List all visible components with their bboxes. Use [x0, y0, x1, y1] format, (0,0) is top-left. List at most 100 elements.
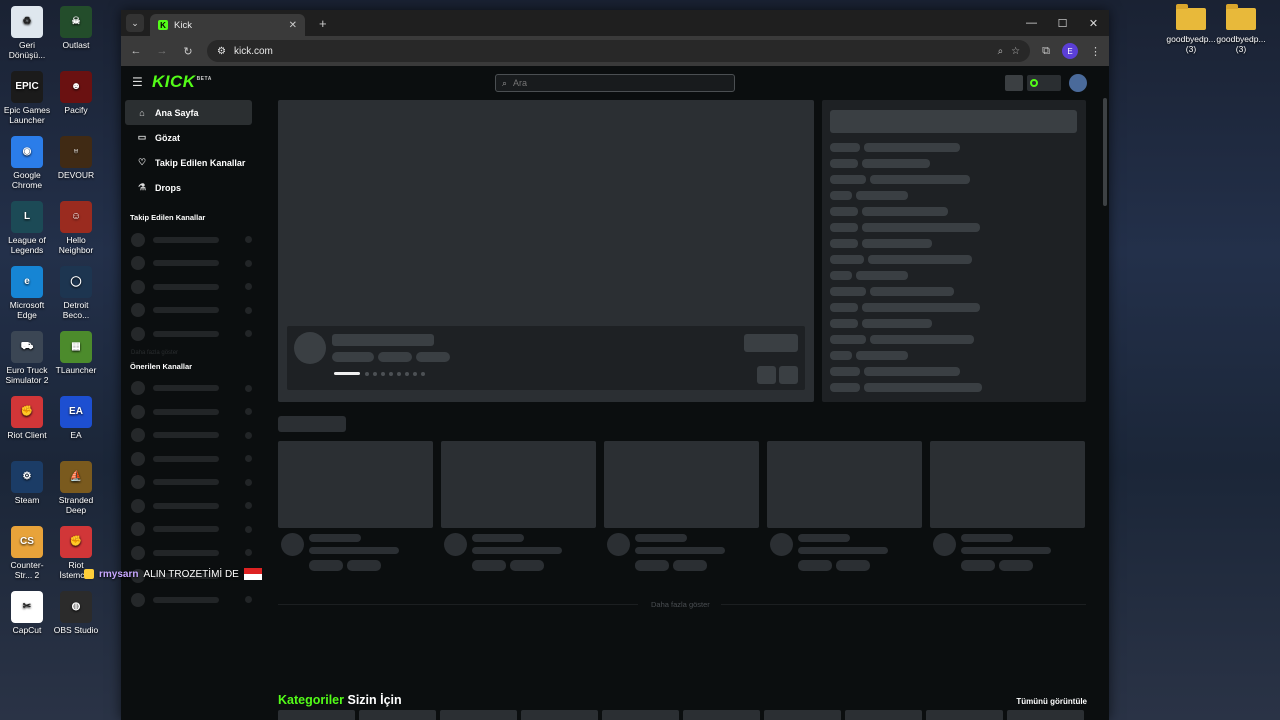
site-info-icon[interactable]: ⚙ [217, 46, 226, 57]
sidebar-item-0[interactable]: ⌂ Ana Sayfa [125, 100, 252, 125]
viewer-count-skeleton [245, 384, 252, 392]
channel-skeleton-row[interactable] [121, 494, 256, 518]
profile-avatar[interactable]: E [1062, 43, 1078, 59]
nav-placeholder-button[interactable] [1005, 75, 1023, 91]
category-card-skeleton[interactable] [1007, 710, 1084, 720]
nav-status-pill[interactable] [1027, 75, 1061, 91]
carousel-dot[interactable] [373, 372, 377, 376]
page-scrollbar[interactable] [1103, 98, 1107, 206]
desktop-folder[interactable]: goodbyedp... (3) [1166, 4, 1216, 54]
carousel-dot[interactable] [421, 372, 425, 376]
category-card-skeleton[interactable] [926, 710, 1003, 720]
kick-logo[interactable]: KICKBETA [152, 72, 212, 92]
category-card-skeleton[interactable] [602, 710, 679, 720]
desktop-icon-ea[interactable]: EA EA [51, 396, 101, 440]
channel-skeleton-row[interactable] [121, 252, 256, 276]
hamburger-menu-icon[interactable]: ☰ [132, 75, 143, 89]
search-input[interactable] [513, 78, 734, 88]
stream-card-avatar [933, 533, 956, 556]
new-tab-button[interactable]: + [319, 16, 327, 31]
tab-search-button[interactable]: ⌄ [126, 14, 144, 32]
section-heading-skeleton [278, 416, 346, 432]
stream-card-thumbnail [278, 441, 433, 528]
bookmark-star-icon[interactable]: ☆ [1011, 46, 1020, 57]
desktop-icon-detroit[interactable]: ◯ Detroit Beco... [51, 266, 101, 320]
channel-skeleton-row[interactable] [121, 228, 256, 252]
carousel-dot[interactable] [381, 372, 385, 376]
folder-icon [1176, 4, 1206, 30]
desktop-icon-outlast[interactable]: ☠ Outlast [51, 6, 101, 50]
show-more-link[interactable]: Daha fazla göster [651, 600, 710, 609]
desktop-icon-tlauncher[interactable]: ▦ TLauncher [51, 331, 101, 375]
carousel-dot[interactable] [405, 372, 409, 376]
sidebar-item-3[interactable]: ⚗ Drops [125, 175, 252, 200]
close-icon[interactable]: ✕ [289, 20, 297, 31]
search-box[interactable]: ⌕ [495, 74, 735, 92]
category-card-skeleton[interactable] [359, 710, 436, 720]
category-card-skeleton[interactable] [764, 710, 841, 720]
channel-name-skeleton [153, 502, 219, 509]
category-card-skeleton[interactable] [521, 710, 598, 720]
carousel-dot[interactable] [365, 372, 369, 376]
desktop-icon-euro-truck[interactable]: ⛟ Euro Truck Simulator 2 [2, 331, 52, 385]
channel-skeleton-row[interactable] [121, 275, 256, 299]
sidebar-item-2[interactable]: ♡ Takip Edilen Kanallar [125, 150, 252, 175]
channel-skeleton-row[interactable] [121, 471, 256, 495]
desktop-icon-obs-studio[interactable]: ◍ OBS Studio [51, 591, 101, 635]
panel-row-skeleton [862, 319, 932, 328]
extensions-icon[interactable]: ⧉ [1042, 45, 1050, 58]
desktop-icon-riot-client[interactable]: ✊ Riot Client [2, 396, 52, 440]
channel-skeleton-row[interactable] [121, 299, 256, 323]
desktop-folder[interactable]: goodbyedp... (3) [1216, 4, 1266, 54]
desktop-icon-label: Steam [14, 495, 40, 505]
carousel-dot[interactable] [413, 372, 417, 376]
forward-icon[interactable]: → [155, 45, 169, 57]
channel-skeleton-row[interactable] [121, 424, 256, 448]
channel-skeleton-row[interactable] [121, 588, 256, 612]
desktop-icon-steam[interactable]: ⚙ Steam [2, 461, 52, 505]
desktop-icon-google-chrome[interactable]: ◉ Google Chrome [2, 136, 52, 190]
address-bar[interactable]: ⚙ kick.com ⌕ ☆ [207, 40, 1031, 62]
view-all-link[interactable]: Tümünü görüntüle [1016, 697, 1087, 706]
channel-skeleton-row[interactable] [121, 518, 256, 542]
desktop-icon-devour[interactable]: ♅ DEVOUR [51, 136, 101, 180]
desktop-icon-microsoft-edge[interactable]: e Microsoft Edge [2, 266, 52, 320]
sidebar-item-1[interactable]: ▭ Gözat [125, 125, 252, 150]
category-card-skeleton[interactable] [440, 710, 517, 720]
category-card-skeleton[interactable] [845, 710, 922, 720]
desktop-icon-league-of-legends[interactable]: L League of Legends [2, 201, 52, 255]
panel-row-skeleton [830, 383, 860, 392]
desktop-icon-capcut[interactable]: ✂ CapCut [2, 591, 52, 635]
panel-row-skeleton [862, 159, 930, 168]
window-close-icon[interactable]: ✕ [1078, 10, 1109, 36]
carousel-dot[interactable] [389, 372, 393, 376]
menu-dots-icon[interactable]: ⋮ [1090, 45, 1101, 58]
stream-card-tag [472, 560, 506, 571]
desktop-icon-epic-games[interactable]: EPIC Epic Games Launcher [2, 71, 52, 125]
channel-skeleton-row[interactable] [121, 377, 256, 401]
channel-skeleton-row[interactable] [121, 400, 256, 424]
channel-skeleton-row[interactable] [121, 447, 256, 471]
maximize-icon[interactable]: ☐ [1047, 10, 1078, 36]
category-card-skeleton[interactable] [278, 710, 355, 720]
zoom-icon[interactable]: ⌕ [998, 46, 1004, 57]
channel-skeleton-row[interactable] [121, 541, 256, 565]
carousel-dot[interactable] [397, 372, 401, 376]
category-card-skeleton[interactable] [683, 710, 760, 720]
desktop-icon-counter-strike[interactable]: CS Counter-Str... 2 [2, 526, 52, 580]
browser-tab-kick[interactable]: K Kick ✕ [150, 14, 305, 36]
channel-name-skeleton [153, 526, 219, 533]
desktop-icon-recycle-bin[interactable]: ♻ Geri Dönüşü... [2, 6, 52, 60]
desktop-icon-label: Hello Neighbor [58, 235, 94, 255]
desktop-icon-pacify[interactable]: ☻ Pacify [51, 71, 101, 115]
desktop-icon-stranded-deep[interactable]: ⛵ Stranded Deep [51, 461, 101, 515]
reload-icon[interactable]: ↻ [181, 45, 195, 58]
stream-card-title [961, 534, 1013, 542]
desktop-icon-hello-neighbor[interactable]: ☺ Hello Neighbor [51, 201, 101, 255]
panel-row-skeleton [862, 223, 980, 232]
back-icon[interactable]: ← [129, 45, 143, 57]
user-avatar[interactable] [1069, 74, 1087, 92]
desktop-icon-label: OBS Studio [53, 625, 99, 635]
channel-skeleton-row[interactable] [121, 322, 256, 346]
minimize-icon[interactable]: — [1016, 10, 1047, 36]
